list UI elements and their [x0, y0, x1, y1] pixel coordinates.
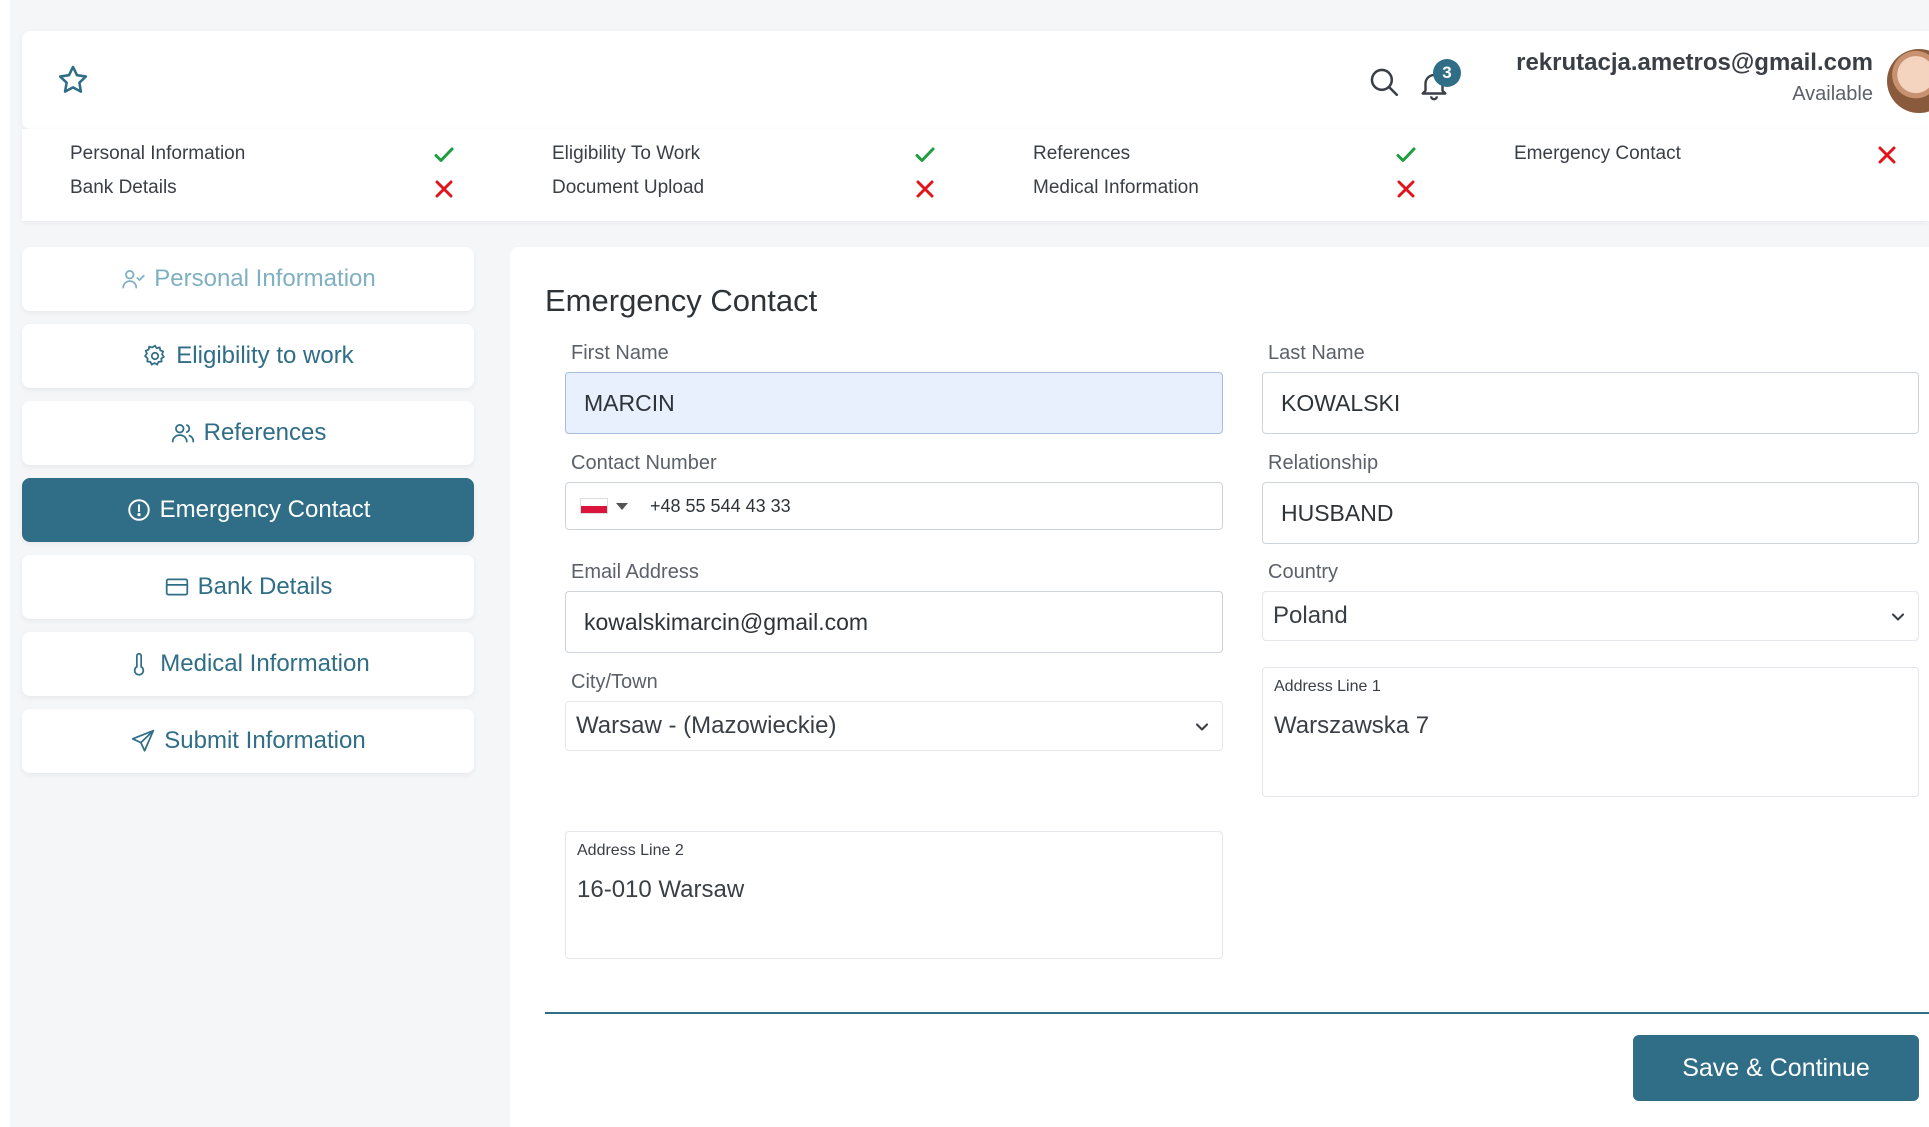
relationship-field[interactable]	[1262, 482, 1919, 544]
users-icon	[170, 420, 196, 446]
status-document-upload: Document Upload	[552, 177, 705, 198]
save-continue-button[interactable]: Save & Continue	[1633, 1035, 1919, 1101]
avatar[interactable]	[1887, 49, 1929, 113]
sidebar-item-emergency-contact[interactable]: Emergency Contact	[22, 478, 474, 542]
address-line-1-label: Address Line 1	[1274, 678, 1381, 695]
progress-status-bar: Personal Information Bank Details Eligib…	[22, 129, 1929, 221]
notification-badge: 3	[1433, 59, 1461, 87]
user-check-icon	[120, 266, 146, 292]
first-name-field[interactable]	[565, 372, 1223, 434]
sidebar-item-label: Bank Details	[197, 573, 333, 600]
sidebar-item-label: Emergency Contact	[159, 496, 371, 523]
check-icon	[913, 143, 937, 167]
chevron-down-icon	[1192, 716, 1212, 736]
address-line-1-value[interactable]: Warszawska 7	[1274, 712, 1429, 740]
relationship-label: Relationship	[1268, 452, 1379, 474]
address-line-2-value[interactable]: 16-010 Warsaw	[577, 876, 744, 904]
status-eligibility-to-work: Eligibility To Work	[552, 143, 701, 164]
last-name-input[interactable]	[1281, 389, 1900, 417]
form-divider	[545, 1012, 1929, 1014]
send-icon	[130, 728, 156, 754]
status-references: References	[1033, 143, 1131, 164]
sidebar-item-bank-details[interactable]: Bank Details	[22, 555, 474, 619]
sidebar-item-label: Eligibility to work	[176, 342, 354, 369]
check-icon	[1394, 143, 1418, 167]
sidebar-item-references[interactable]: References	[22, 401, 474, 465]
city-value: Warsaw - (Mazowieckie)	[576, 712, 837, 739]
notifications[interactable]: 3	[1417, 59, 1467, 109]
search-icon[interactable]	[1367, 65, 1401, 99]
sidebar-item-medical-information[interactable]: Medical Information	[22, 632, 474, 696]
sidebar-item-label: Medical Information	[160, 650, 370, 677]
page-left-edge	[0, 0, 10, 1127]
address-line-1-field[interactable]: Address Line 1 Warszawska 7	[1262, 667, 1919, 797]
sidebar-item-label: Personal Information	[154, 265, 376, 292]
status-emergency-contact: Emergency Contact	[1514, 143, 1681, 164]
sidebar-item-submit-information[interactable]: Submit Information	[22, 709, 474, 773]
sidebar-item-eligibility[interactable]: Eligibility to work	[22, 324, 474, 388]
email-field[interactable]	[565, 591, 1223, 653]
caret-down-icon[interactable]	[616, 502, 628, 510]
address-line-2-field[interactable]: Address Line 2 16-010 Warsaw	[565, 831, 1223, 959]
credit-card-icon	[164, 574, 190, 600]
check-icon	[432, 143, 456, 167]
star-icon[interactable]	[56, 63, 90, 97]
last-name-field[interactable]	[1262, 372, 1919, 434]
status-bank-details: Bank Details	[70, 177, 177, 198]
sidebar-item-personal-information[interactable]: Personal Information	[22, 247, 474, 311]
cross-icon	[1875, 143, 1899, 167]
last-name-label: Last Name	[1268, 342, 1365, 364]
gear-icon	[142, 343, 168, 369]
country-select[interactable]: Poland	[1262, 591, 1919, 641]
user-status: Available	[1792, 83, 1873, 105]
cross-icon	[432, 177, 456, 201]
poland-flag-icon[interactable]	[580, 498, 608, 514]
email-input[interactable]	[584, 608, 1204, 636]
page-title: Emergency Contact	[545, 283, 818, 318]
first-name-input[interactable]	[584, 389, 1204, 417]
sidebar-item-label: Submit Information	[164, 727, 366, 754]
top-header: 3 rekrutacja.ametros@gmail.com Available	[22, 31, 1929, 129]
contact-number-label: Contact Number	[571, 452, 717, 474]
status-medical-information: Medical Information	[1033, 177, 1199, 198]
contact-number-field[interactable]: +48 55 544 43 33	[565, 482, 1223, 530]
city-select[interactable]: Warsaw - (Mazowieckie)	[565, 701, 1223, 751]
thermometer-icon	[126, 651, 152, 677]
city-label: City/Town	[571, 671, 658, 693]
user-email: rekrutacja.ametros@gmail.com	[1516, 49, 1873, 76]
sidebar-item-label: References	[203, 419, 327, 446]
alert-circle-icon	[126, 497, 152, 523]
address-line-2-label: Address Line 2	[577, 842, 684, 859]
chevron-down-icon	[1888, 606, 1908, 626]
first-name-label: First Name	[571, 342, 669, 364]
cross-icon	[1394, 177, 1418, 201]
relationship-input[interactable]	[1281, 499, 1900, 527]
country-label: Country	[1268, 561, 1339, 583]
country-value: Poland	[1273, 602, 1348, 629]
contact-number-value[interactable]: +48 55 544 43 33	[650, 496, 791, 517]
status-personal-information: Personal Information	[70, 143, 246, 164]
email-label: Email Address	[571, 561, 699, 583]
emergency-contact-form: Emergency Contact First Name Last Name C…	[510, 247, 1929, 1127]
cross-icon	[913, 177, 937, 201]
